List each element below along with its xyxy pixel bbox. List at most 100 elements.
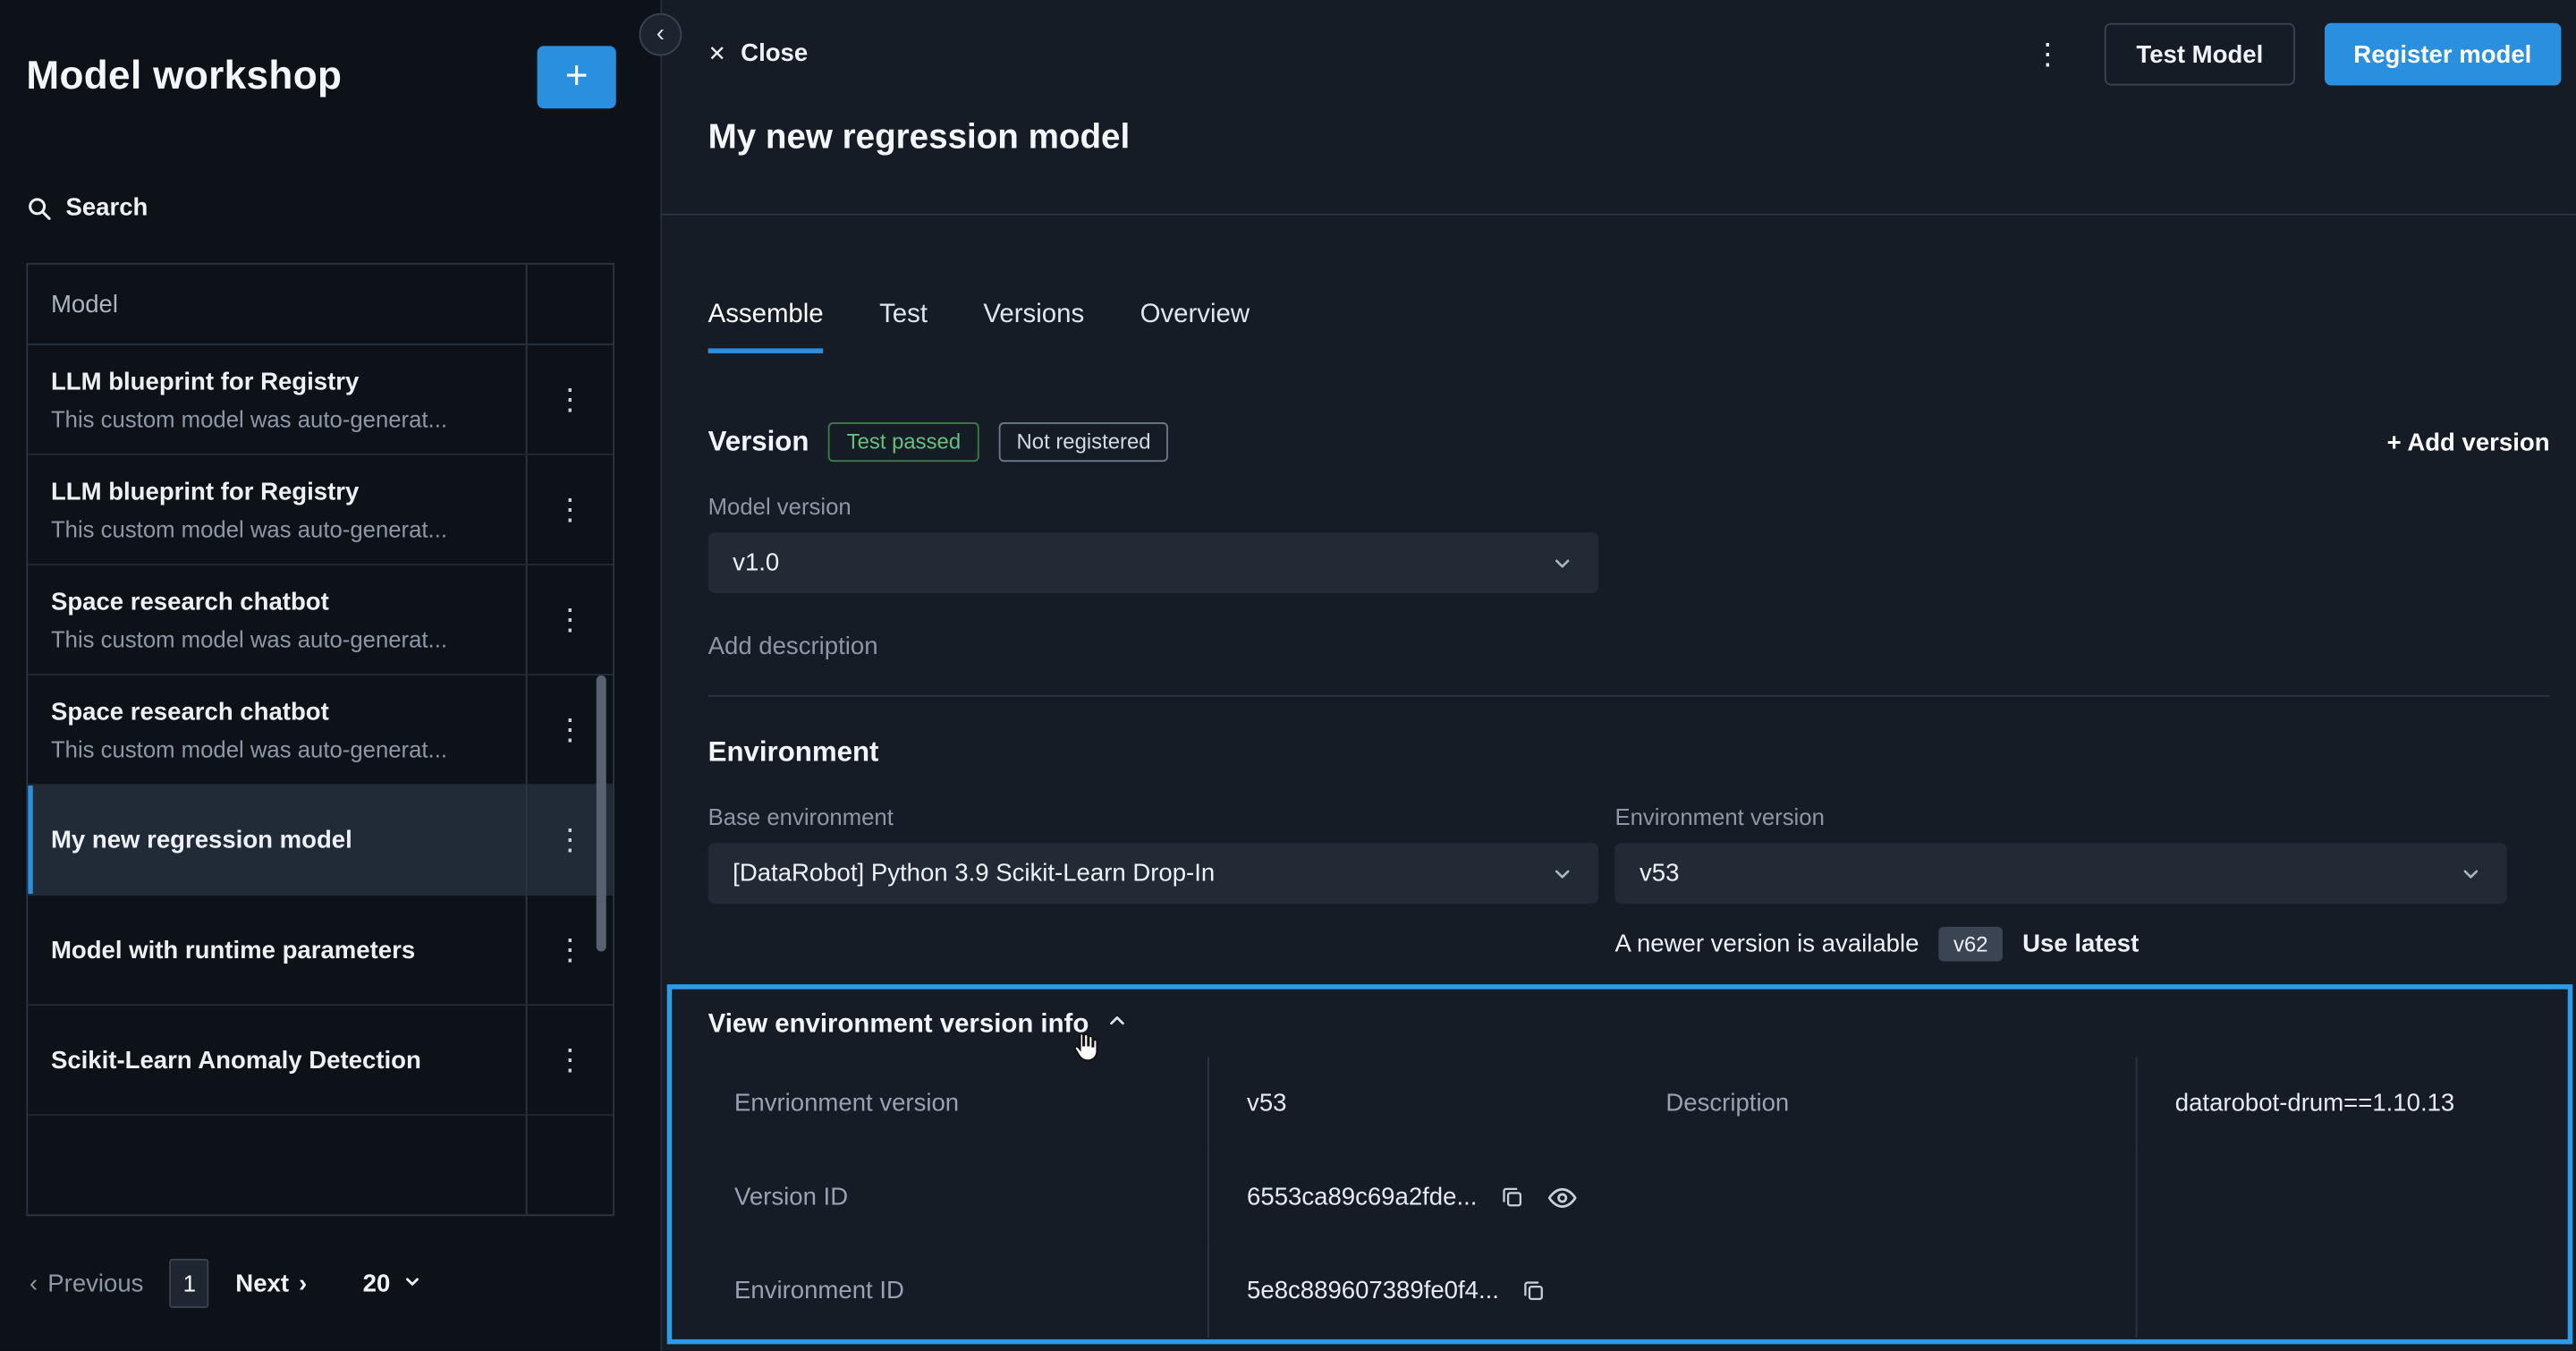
model-list-rows: LLM blueprint for Registry This custom m… [28,345,613,1216]
chevron-right-icon: › [299,1270,307,1297]
not-registered-badge: Not registered [998,422,1168,462]
env-info-value-cell: 5e8c889607389fe0f4... [1209,1244,1653,1338]
model-subtitle: This custom model was auto-generat... [51,404,503,433]
model-title: Space research chatbot [51,586,503,617]
page-size-select[interactable]: 20 [363,1270,422,1297]
current-page-button[interactable]: 1 [170,1259,209,1308]
tab-overview[interactable]: Overview [1140,301,1250,353]
model-list-item-main: LLM blueprint for Registry This custom m… [28,455,527,564]
header-actions: ⋮ Test Model Register model [2020,23,2561,86]
row-kebab-menu-button[interactable]: ⋮ [528,1006,614,1114]
chevron-left-icon: ‹ [30,1270,38,1297]
model-version-select[interactable]: v1.0 [708,532,1598,593]
model-list-item-main: Scikit-Learn Anomaly Detection [28,1006,527,1114]
model-list-item-main: Model with runtime parameters [28,896,527,1004]
row-kebab-menu-button[interactable]: ⋮ [528,345,614,454]
model-list: Model LLM blueprint for Registry This cu… [26,263,614,1216]
env-info-desc-value [2138,1244,2568,1338]
list-scrollbar-thumb[interactable] [597,676,606,952]
env-info-label: Envrionment version [672,1057,1209,1151]
model-list-header: Model [28,265,613,345]
tabs: Assemble Test Versions Overview [708,301,1250,353]
env-info-desc-value [2138,1151,2568,1245]
close-label: Close [741,39,808,67]
add-model-button[interactable]: + [538,46,616,108]
sidebar-header: Model workshop + [26,46,615,108]
eye-icon[interactable] [1547,1183,1577,1212]
tab-versions[interactable]: Versions [983,301,1084,353]
model-column-header: Model [51,290,503,318]
app: Model workshop + Search Model LLM b [0,0,2576,1351]
model-list-item[interactable] [28,1116,613,1216]
row-kebab-menu-button[interactable]: ⋮ [528,455,614,564]
model-list-item-main: Space research chatbot This custom model… [28,676,527,784]
base-environment-select[interactable]: [DataRobot] Python 3.9 Scikit-Learn Drop… [708,843,1598,904]
newer-version-badge: v62 [1939,927,2004,962]
env-info-row: Environment ID 5e8c889607389fe0f4... [672,1244,2568,1338]
model-list-item[interactable]: LLM blueprint for Registry This custom m… [28,455,613,565]
env-info-desc-label [1653,1151,2138,1245]
pagination: ‹ Previous 1 Next › 20 [30,1259,421,1308]
use-latest-button[interactable]: Use latest [2022,930,2139,958]
model-list-item-main: Space research chatbot This custom model… [28,565,527,674]
view-environment-version-info-toggle[interactable]: View environment version info [672,990,2568,1041]
model-list-item[interactable]: Scikit-Learn Anomaly Detection ⋮ [28,1006,613,1116]
sidebar: Model workshop + Search Model LLM b [0,0,660,1351]
collapse-sidebar-button[interactable]: ‹ [639,13,682,56]
panel-title-label: View environment version info [708,1010,1089,1040]
model-subtitle: This custom model was auto-generat... [51,514,503,543]
header-divider [662,214,2576,216]
chevron-down-icon [1551,862,1574,885]
model-list-item-main [28,1116,527,1216]
add-description-button[interactable]: Add description [708,633,878,660]
next-page-button[interactable]: Next › [235,1270,307,1297]
chevron-left-icon: ‹ [657,21,665,46]
environment-info-panel: View environment version info Envrionmen… [667,984,2573,1344]
version-section-header: Version Test passed Not registered + Add… [708,422,2550,462]
model-title: LLM blueprint for Registry [51,476,503,507]
chevron-down-icon [2460,862,2483,885]
chevron-down-icon [1551,551,1574,574]
page-title: My new regression model [708,118,1131,157]
model-title: LLM blueprint for Registry [51,366,503,397]
model-subtitle: This custom model was auto-generat... [51,734,503,763]
actions-column-header [528,265,614,344]
environment-version-select[interactable]: v53 [1614,843,2506,904]
copy-icon[interactable] [1500,1185,1525,1210]
model-subtitle: This custom model was auto-generat... [51,624,503,653]
row-kebab-menu-button[interactable]: ⋮ [528,565,614,674]
test-model-button[interactable]: Test Model [2106,23,2295,86]
tab-assemble[interactable]: Assemble [708,301,824,353]
model-list-item[interactable]: LLM blueprint for Registry This custom m… [28,345,613,455]
copy-icon[interactable] [1522,1279,1547,1304]
search-label: Search [65,194,148,222]
model-list-item[interactable]: My new regression model ⋮ [28,786,613,896]
tab-test[interactable]: Test [879,301,928,353]
env-info-value-cell: v53 [1209,1057,1653,1151]
model-list-item[interactable]: Space research chatbot This custom model… [28,565,613,676]
sidebar-title: Model workshop [26,55,342,100]
register-model-button[interactable]: Register model [2324,23,2561,86]
main-panel: ✕ Close ⋮ Test Model Register model My n… [660,0,2576,1351]
env-info-desc-label [1653,1244,2138,1338]
model-list-item[interactable]: Space research chatbot This custom model… [28,676,613,786]
chevron-up-icon [1106,1009,1129,1041]
model-title: Model with runtime parameters [51,934,503,965]
plus-icon: + [565,57,589,97]
kebab-icon: ⋮ [2033,37,2063,70]
page-size-value: 20 [363,1270,391,1297]
search-control[interactable]: Search [26,194,148,222]
env-info-row: Version ID 6553ca89c69a2fde... [672,1151,2568,1245]
add-version-button[interactable]: + Add version [2387,428,2550,455]
close-button[interactable]: ✕ Close [708,39,809,67]
version-heading: Version [708,426,809,459]
base-environment-value: [DataRobot] Python 3.9 Scikit-Learn Drop… [733,860,1215,888]
model-list-item-main: LLM blueprint for Registry This custom m… [28,345,527,454]
header-kebab-menu-button[interactable]: ⋮ [2020,37,2075,72]
close-icon: ✕ [708,40,726,66]
row-kebab-menu-button[interactable] [528,1116,614,1216]
environment-heading: Environment [708,736,879,769]
section-divider [708,695,2550,697]
previous-page-button[interactable]: ‹ Previous [30,1270,143,1297]
model-list-item[interactable]: Model with runtime parameters ⋮ [28,896,613,1006]
